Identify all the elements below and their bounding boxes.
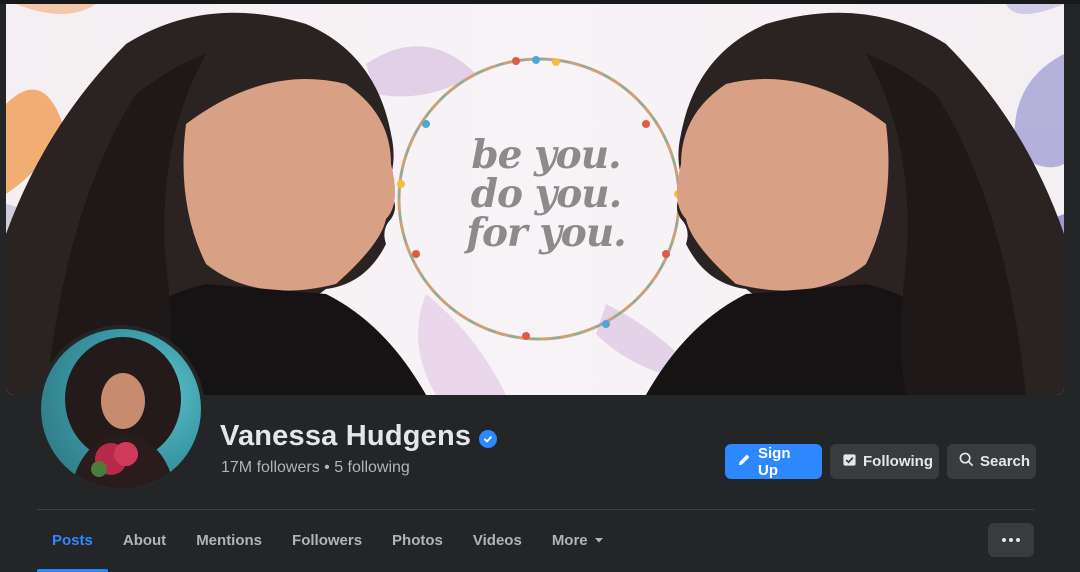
search-icon — [959, 452, 974, 471]
search-label: Search — [980, 453, 1031, 470]
following-check-icon — [842, 452, 857, 471]
sign-up-label: Sign Up — [758, 444, 791, 479]
cover-quote: be you. do you. for you. — [446, 136, 646, 253]
tab-followers[interactable]: Followers — [277, 510, 377, 570]
tab-label: Mentions — [196, 531, 263, 549]
profile-tabs: Posts About Mentions Followers Photos Vi… — [37, 510, 619, 572]
verified-badge-icon — [479, 429, 498, 448]
tab-photos[interactable]: Photos — [377, 510, 458, 570]
profile-name-row: Vanessa Hudgens — [220, 420, 498, 453]
tab-label: More — [551, 531, 588, 549]
more-dot — [1002, 538, 1006, 542]
profile-name: Vanessa Hudgens — [220, 420, 472, 452]
tab-label: About — [122, 531, 167, 549]
more-options-button[interactable] — [988, 523, 1034, 557]
tab-posts[interactable]: Posts — [37, 510, 108, 572]
follower-stats[interactable]: 17M followers • 5 following — [221, 459, 410, 477]
tab-about[interactable]: About — [108, 510, 181, 570]
quote-line-1: be you. — [471, 132, 621, 178]
following-label: Following — [863, 453, 933, 470]
tab-label: Posts — [52, 531, 93, 549]
caret-down-icon — [594, 532, 604, 549]
quote-line-3: for you. — [466, 210, 627, 256]
following-button[interactable]: Following — [830, 444, 939, 479]
avatar-image — [41, 329, 201, 489]
tab-label: Followers — [292, 531, 363, 549]
more-dot — [1009, 538, 1013, 542]
tab-mentions[interactable]: Mentions — [181, 510, 277, 570]
more-dot — [1016, 538, 1020, 542]
profile-actions: Sign Up Following Search — [725, 444, 1036, 479]
sign-up-button[interactable]: Sign Up — [725, 444, 822, 479]
pencil-icon — [737, 452, 752, 471]
quote-line-2: do you. — [470, 171, 622, 217]
profile-avatar[interactable] — [37, 325, 205, 493]
tab-label: Videos — [472, 531, 522, 549]
search-button[interactable]: Search — [947, 444, 1036, 479]
tab-more[interactable]: More — [537, 510, 619, 570]
tab-label: Photos — [392, 531, 443, 549]
tab-videos[interactable]: Videos — [458, 510, 537, 570]
